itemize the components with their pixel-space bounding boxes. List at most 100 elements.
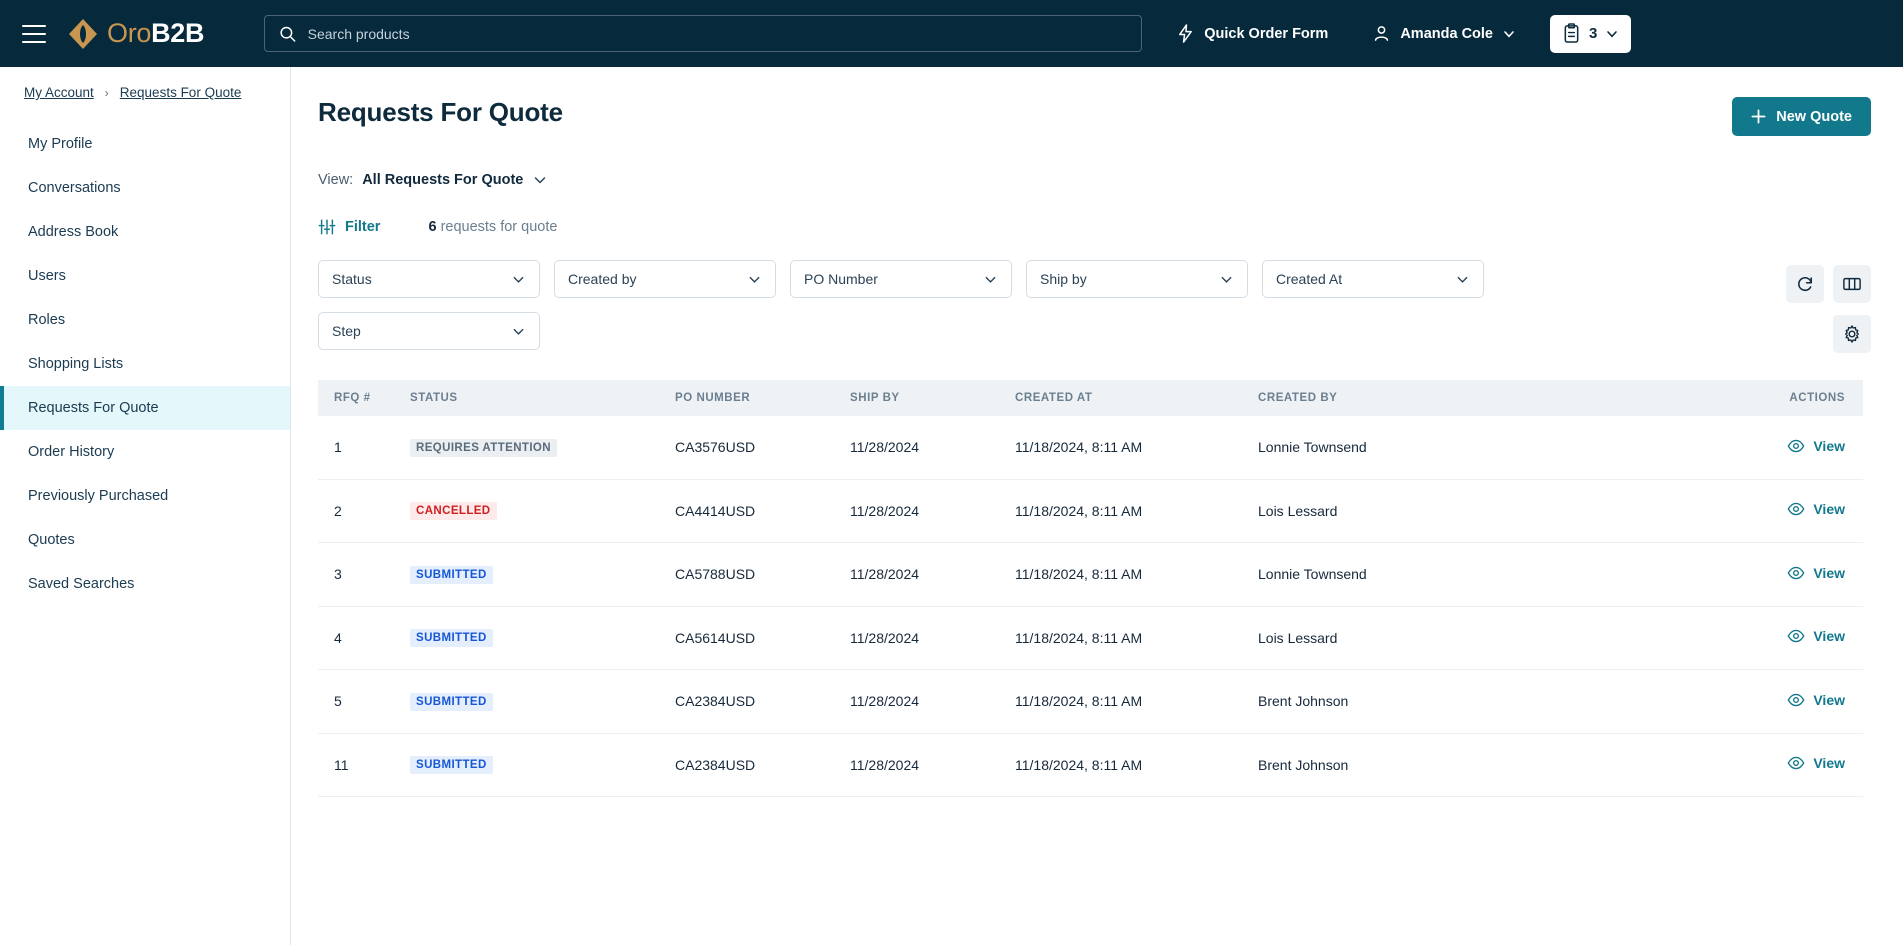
brand-name-b2b: B2B	[151, 18, 204, 48]
filter-po-number-dropdown[interactable]: PO Number	[790, 260, 1012, 298]
filter-created-at-dropdown[interactable]: Created At	[1262, 260, 1484, 298]
brand-logo[interactable]: OroB2B	[68, 18, 204, 50]
sidebar-item-label: Conversations	[28, 180, 121, 196]
chevron-down-icon	[511, 272, 526, 287]
sidebar-item-order-history[interactable]: Order History	[0, 430, 290, 474]
user-icon	[1372, 24, 1391, 43]
cell-po-number: CA3576USD	[675, 439, 850, 455]
requests-table: RFQ # STATUS PO NUMBER SHIP BY CREATED A…	[318, 380, 1863, 797]
view-action-link[interactable]: View	[1787, 437, 1845, 455]
search-bar[interactable]	[264, 15, 1142, 52]
eye-icon	[1787, 500, 1805, 518]
breadcrumb-my-account[interactable]: My Account	[24, 85, 94, 100]
status-badge: SUBMITTED	[410, 629, 493, 647]
cell-created-by: Brent Johnson	[1258, 693, 1603, 709]
cart-button[interactable]: 3	[1550, 15, 1631, 53]
eye-icon	[1787, 564, 1805, 582]
sidebar-item-requests-for-quote[interactable]: Requests For Quote	[0, 386, 290, 430]
cell-po-number: CA5788USD	[675, 566, 850, 582]
sidebar-item-my-profile[interactable]: My Profile	[0, 122, 290, 166]
sidebar-item-label: Address Book	[28, 224, 118, 240]
table-row[interactable]: 3SUBMITTEDCA5788USD11/28/202411/18/2024,…	[318, 543, 1863, 607]
cell-status: SUBMITTED	[410, 755, 675, 774]
cell-status: CANCELLED	[410, 501, 675, 520]
status-badge: SUBMITTED	[410, 756, 493, 774]
filter-po-number-label: PO Number	[804, 271, 878, 287]
column-header-rfq: RFQ #	[318, 392, 410, 404]
eye-icon	[1787, 437, 1805, 455]
sidebar-item-shopping-lists[interactable]: Shopping Lists	[0, 342, 290, 386]
sidebar-item-saved-searches[interactable]: Saved Searches	[0, 562, 290, 606]
sidebar-item-label: Order History	[28, 444, 114, 460]
columns-icon	[1842, 275, 1862, 293]
cell-actions: View	[1603, 564, 1863, 585]
filter-dropdowns: Status Created by PO Number Ship by Crea…	[318, 260, 1496, 350]
sidebar-item-previously-purchased[interactable]: Previously Purchased	[0, 474, 290, 518]
search-icon	[279, 25, 296, 43]
view-action-label: View	[1813, 501, 1845, 517]
lightning-icon	[1176, 24, 1195, 43]
sidebar-item-quotes[interactable]: Quotes	[0, 518, 290, 562]
cell-po-number: CA4414USD	[675, 503, 850, 519]
breadcrumb-current[interactable]: Requests For Quote	[120, 85, 242, 100]
chevron-down-icon	[1502, 27, 1516, 41]
clipboard-icon	[1562, 23, 1581, 44]
sidebar-item-conversations[interactable]: Conversations	[0, 166, 290, 210]
chevron-down-icon	[511, 324, 526, 339]
chevron-down-icon	[1455, 272, 1470, 287]
view-action-link[interactable]: View	[1787, 564, 1845, 582]
sidebar-item-users[interactable]: Users	[0, 254, 290, 298]
new-quote-button[interactable]: New Quote	[1732, 97, 1871, 136]
table-row[interactable]: 5SUBMITTEDCA2384USD11/28/202411/18/2024,…	[318, 670, 1863, 734]
quick-order-form-link[interactable]: Quick Order Form	[1176, 24, 1328, 43]
table-row[interactable]: 1REQUIRES ATTENTIONCA3576USD11/28/202411…	[318, 416, 1863, 480]
user-menu[interactable]: Amanda Cole	[1372, 24, 1516, 43]
cell-created-at: 11/18/2024, 8:11 AM	[1015, 439, 1258, 455]
filter-label: Filter	[345, 219, 380, 235]
table-row[interactable]: 2CANCELLEDCA4414USD11/28/202411/18/2024,…	[318, 480, 1863, 544]
sidebar-item-label: Roles	[28, 312, 65, 328]
cart-count-label: 3	[1589, 25, 1597, 42]
main-content: Requests For Quote New Quote View: All R…	[290, 67, 1903, 945]
refresh-button[interactable]	[1786, 265, 1824, 303]
hamburger-icon[interactable]	[22, 25, 46, 43]
status-badge: SUBMITTED	[410, 566, 493, 584]
column-header-created-at: CREATED AT	[1015, 392, 1258, 404]
table-row[interactable]: 11SUBMITTEDCA2384USD11/28/202411/18/2024…	[318, 734, 1863, 798]
view-action-link[interactable]: View	[1787, 627, 1845, 645]
filter-status-dropdown[interactable]: Status	[318, 260, 540, 298]
cell-ship-by: 11/28/2024	[850, 439, 1015, 455]
chevron-down-icon	[1605, 27, 1619, 41]
table-row[interactable]: 4SUBMITTEDCA5614USD11/28/202411/18/2024,…	[318, 607, 1863, 671]
cell-created-at: 11/18/2024, 8:11 AM	[1015, 503, 1258, 519]
column-header-status: STATUS	[410, 392, 675, 404]
sidebar-item-roles[interactable]: Roles	[0, 298, 290, 342]
view-action-link[interactable]: View	[1787, 500, 1845, 518]
filter-step-dropdown[interactable]: Step	[318, 312, 540, 350]
view-action-label: View	[1813, 565, 1845, 581]
view-action-link[interactable]: View	[1787, 691, 1845, 709]
cell-po-number: CA5614USD	[675, 630, 850, 646]
filter-toggle-button[interactable]: Filter	[318, 218, 380, 236]
status-badge: SUBMITTED	[410, 693, 493, 711]
filter-created-at-label: Created At	[1276, 271, 1342, 287]
cell-ship-by: 11/28/2024	[850, 566, 1015, 582]
table-header-row: RFQ # STATUS PO NUMBER SHIP BY CREATED A…	[318, 380, 1863, 416]
columns-button[interactable]	[1833, 265, 1871, 303]
cell-actions: View	[1603, 500, 1863, 521]
cell-po-number: CA2384USD	[675, 757, 850, 773]
user-name-label: Amanda Cole	[1400, 26, 1493, 42]
view-action-link[interactable]: View	[1787, 754, 1845, 772]
search-input[interactable]	[308, 26, 1128, 42]
sidebar-item-label: My Profile	[28, 136, 92, 152]
sidebar-item-address-book[interactable]: Address Book	[0, 210, 290, 254]
sidebar-item-label: Previously Purchased	[28, 488, 168, 504]
view-selector[interactable]: View: All Requests For Quote	[318, 172, 1871, 188]
eye-icon	[1787, 754, 1805, 772]
filter-ship-by-dropdown[interactable]: Ship by	[1026, 260, 1248, 298]
filter-created-by-dropdown[interactable]: Created by	[554, 260, 776, 298]
top-header: OroB2B Quick Order Form Amanda Cole	[0, 0, 1903, 67]
cell-created-at: 11/18/2024, 8:11 AM	[1015, 630, 1258, 646]
sidebar-item-label: Shopping Lists	[28, 356, 123, 372]
grid-settings-button[interactable]	[1833, 315, 1871, 353]
